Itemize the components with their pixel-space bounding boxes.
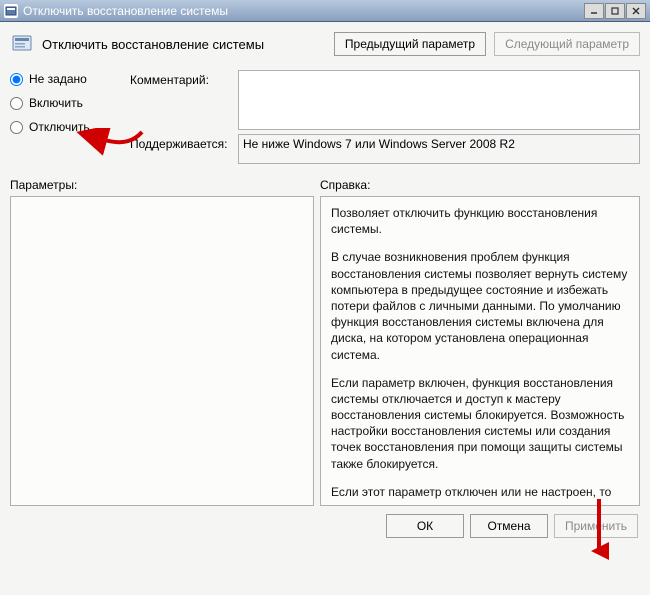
policy-header: Отключить восстановление системы Предыду… (10, 32, 640, 56)
radio-not-configured[interactable]: Не задано (10, 72, 120, 86)
previous-setting-button[interactable]: Предыдущий параметр (334, 32, 486, 56)
radio-enabled-label: Включить (29, 96, 83, 110)
radio-enabled[interactable]: Включить (10, 96, 120, 110)
help-paragraph: Позволяет отключить функцию восстановлен… (331, 205, 629, 237)
radio-disabled-label: Отключить (29, 120, 90, 134)
radio-enabled-input[interactable] (10, 97, 23, 110)
maximize-button[interactable] (605, 3, 625, 19)
config-row: Не задано Включить Отключить Комментарий… (10, 70, 640, 164)
help-paragraph: Если параметр включен, функция восстанов… (331, 375, 629, 472)
options-label: Параметры: (10, 178, 320, 192)
footer-buttons: ОК Отмена Применить (10, 514, 640, 538)
title-bar: Отключить восстановление системы (0, 0, 650, 22)
app-icon (4, 4, 18, 18)
close-button[interactable] (626, 3, 646, 19)
help-label: Справка: (320, 178, 370, 192)
pane-labels: Параметры: Справка: (10, 178, 640, 192)
cancel-button[interactable]: Отмена (470, 514, 548, 538)
options-pane (10, 196, 314, 506)
help-pane[interactable]: Позволяет отключить функцию восстановлен… (320, 196, 640, 506)
next-setting-button: Следующий параметр (494, 32, 640, 56)
comment-textarea[interactable] (238, 70, 640, 130)
window-title: Отключить восстановление системы (23, 4, 584, 18)
radio-disabled-input[interactable] (10, 121, 23, 134)
radio-disabled[interactable]: Отключить (10, 120, 120, 134)
apply-button: Применить (554, 514, 638, 538)
ok-button[interactable]: ОК (386, 514, 464, 538)
window-controls (584, 3, 646, 19)
comment-label: Комментарий: (130, 70, 232, 87)
minimize-button[interactable] (584, 3, 604, 19)
supported-label: Поддерживается: (130, 134, 232, 151)
supported-text: Не ниже Windows 7 или Windows Server 200… (238, 134, 640, 164)
policy-icon (10, 32, 34, 56)
help-paragraph: Если этот параметр отключен или не настр… (331, 484, 629, 506)
state-radios: Не задано Включить Отключить (10, 70, 120, 134)
policy-title: Отключить восстановление системы (42, 37, 326, 52)
radio-not-configured-input[interactable] (10, 73, 23, 86)
radio-not-configured-label: Не задано (29, 72, 87, 86)
help-paragraph: В случае возникновения проблем функция в… (331, 249, 629, 362)
panes: Позволяет отключить функцию восстановлен… (10, 196, 640, 506)
